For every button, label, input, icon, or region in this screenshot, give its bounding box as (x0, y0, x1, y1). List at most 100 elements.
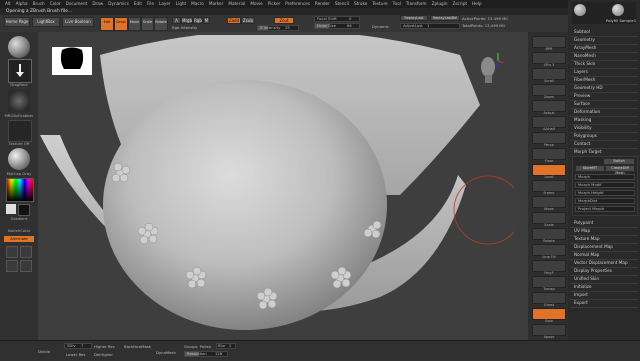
menu-item[interactable]: Alpha (16, 0, 28, 8)
menu-item[interactable]: Brush (33, 0, 45, 8)
palette-displacement-map[interactable]: Displacement Map (574, 244, 613, 249)
palette-layers[interactable]: Layers (574, 69, 588, 74)
scale-tool-icon[interactable] (6, 246, 18, 258)
palette-polypaint[interactable]: Polypaint (574, 220, 593, 225)
sdiv-slider[interactable]: SDiv 7 (64, 343, 92, 349)
edit-button[interactable]: Edit (100, 17, 114, 31)
replay-last-button[interactable]: ReplayLast (400, 15, 428, 21)
palette-surface[interactable]: Surface (574, 101, 590, 106)
menu-item[interactable]: File (147, 0, 154, 8)
strip-button-local[interactable]: Local (532, 164, 566, 179)
rotate-tool-icon[interactable] (20, 246, 32, 258)
palette-geometry-hd[interactable]: Geometry HD (574, 85, 603, 90)
palette-subtool[interactable]: Subtool (574, 29, 590, 34)
tool-thumbnails[interactable]: Polyfill Sample1 (572, 2, 636, 24)
strip-button-scale[interactable]: Scale (532, 212, 566, 227)
strip-button-scroll[interactable]: Scroll (532, 68, 566, 83)
menu-item[interactable]: Dynamics (108, 0, 129, 8)
menu-item[interactable]: Color (50, 0, 61, 8)
draw-size-slider[interactable]: Draw Size 64 (314, 23, 360, 29)
rgb-button[interactable]: Rgb (193, 17, 203, 24)
palette-uv-map[interactable]: UV Map (574, 228, 590, 233)
move-tool-icon[interactable] (6, 260, 18, 272)
store-mt-button[interactable]: StoreMT (575, 165, 605, 172)
mrgb-button[interactable]: Mrgb (181, 17, 193, 24)
strip-button-aahalf[interactable]: AAHalf (532, 116, 566, 131)
menu-item[interactable]: Marker (209, 0, 223, 8)
zsub-button[interactable]: Zsub (241, 17, 255, 24)
divide-button[interactable]: Divide (38, 349, 50, 354)
palette-contact[interactable]: Contact (574, 141, 590, 146)
palette-arraymesh[interactable]: ArrayMesh (574, 45, 596, 50)
polish-toggle[interactable]: Polish (200, 344, 211, 349)
palette-deformation[interactable]: Deformation (574, 109, 600, 114)
palette-export[interactable]: Export (574, 300, 588, 305)
a-button[interactable]: A (172, 17, 181, 24)
draw-button[interactable]: Draw (114, 17, 128, 31)
resolution-slider[interactable]: Resolution 128 (184, 351, 228, 357)
secondary-color-swatch[interactable] (18, 204, 30, 216)
menu-item[interactable]: Document (66, 0, 88, 8)
strip-button-transp[interactable]: Transp (532, 276, 566, 291)
navigation-gizmo-icon[interactable] (476, 51, 504, 87)
strip-button-persp[interactable]: Persp (532, 132, 566, 147)
live-boolean-button[interactable]: Live Boolean (62, 17, 94, 27)
palette-unified-skin[interactable]: Unified Skin (574, 276, 599, 281)
dynamic-toggle[interactable]: Dynamic (372, 24, 389, 29)
menu-item[interactable]: Light (176, 0, 186, 8)
morph-slider-project-morph[interactable]: Project Morph (575, 206, 635, 212)
palette-morph-target[interactable]: Morph Target (574, 149, 602, 154)
menu-item[interactable]: Texture (372, 0, 387, 8)
alpha-icon[interactable] (8, 90, 30, 112)
strip-button-move[interactable]: Move (532, 196, 566, 211)
palette-initialize[interactable]: Initialize (574, 284, 592, 289)
menu-item[interactable]: Material (228, 0, 245, 8)
palette-thick-skin[interactable]: Thick Skin (574, 61, 595, 66)
menu-item[interactable]: Edit (134, 0, 142, 8)
standard-brush-icon[interactable] (8, 36, 30, 58)
dragrect-stroke-icon[interactable] (8, 59, 32, 83)
menu-item[interactable]: Tool (393, 0, 401, 8)
menu-item[interactable]: Zscript (452, 0, 467, 8)
palette-import[interactable]: Import (574, 292, 588, 297)
palette-masking[interactable]: Masking (574, 117, 591, 122)
focal-shift-slider[interactable]: Focal Shift 0 (314, 16, 360, 22)
groups-toggle[interactable]: Groups (184, 344, 198, 349)
palette-fibermesh[interactable]: FiberMesh (574, 77, 595, 82)
scale-button[interactable]: Scale (141, 17, 154, 31)
menu-item[interactable]: Preferences (285, 0, 310, 8)
palette-normal-map[interactable]: Normal Map (574, 252, 599, 257)
menu-item[interactable]: Stroke (354, 0, 367, 8)
palette-nanomesh[interactable]: NanoMesh (574, 53, 596, 58)
3d-viewport[interactable] (40, 35, 514, 331)
strip-button-rotate[interactable]: Rotate (532, 228, 566, 243)
switch-color-button[interactable]: SwitchColor (4, 228, 34, 233)
menu-item[interactable]: Zplugin (432, 0, 448, 8)
menu-item[interactable]: Alt (5, 0, 11, 8)
rotate-button[interactable]: Rotate (154, 17, 168, 31)
menu-item[interactable]: Transform (406, 0, 427, 8)
strip-button-frame[interactable]: Frame (532, 180, 566, 195)
strip-button-solo[interactable]: Solo (532, 308, 566, 323)
transp-tool-icon[interactable] (20, 260, 32, 272)
strip-button-ghost[interactable]: Ghost (532, 292, 566, 307)
menu-item[interactable]: Render (315, 0, 330, 8)
menu-item[interactable]: Macro (191, 0, 204, 8)
strip-button-actual[interactable]: Actual (532, 100, 566, 115)
m-button[interactable]: M (203, 17, 210, 24)
z-intensity-slider[interactable]: Z Intensity 25 (257, 25, 299, 31)
strip-button-xpose[interactable]: Xpose (532, 324, 566, 339)
morph-slider-morph-height[interactable]: Morph Height (575, 190, 635, 196)
zcut-button[interactable]: Zcut (274, 17, 294, 24)
create-diff-mesh-button[interactable]: CreateDiff Mesh (605, 165, 635, 175)
color-picker[interactable] (6, 178, 34, 202)
higher-res-button[interactable]: Higher Res (94, 344, 115, 349)
switch-button[interactable]: Switch (603, 158, 635, 165)
backface-mask-toggle[interactable]: BackfaceMask (124, 344, 151, 349)
strip-button-polyf[interactable]: PolyF (532, 260, 566, 275)
texture-icon[interactable] (8, 120, 32, 142)
strip-button-floor[interactable]: Floor (532, 148, 566, 163)
home-page-button[interactable]: Home Page (4, 17, 30, 27)
strip-button-zoom[interactable]: Zoom (532, 84, 566, 99)
menu-item[interactable]: Movie (250, 0, 262, 8)
